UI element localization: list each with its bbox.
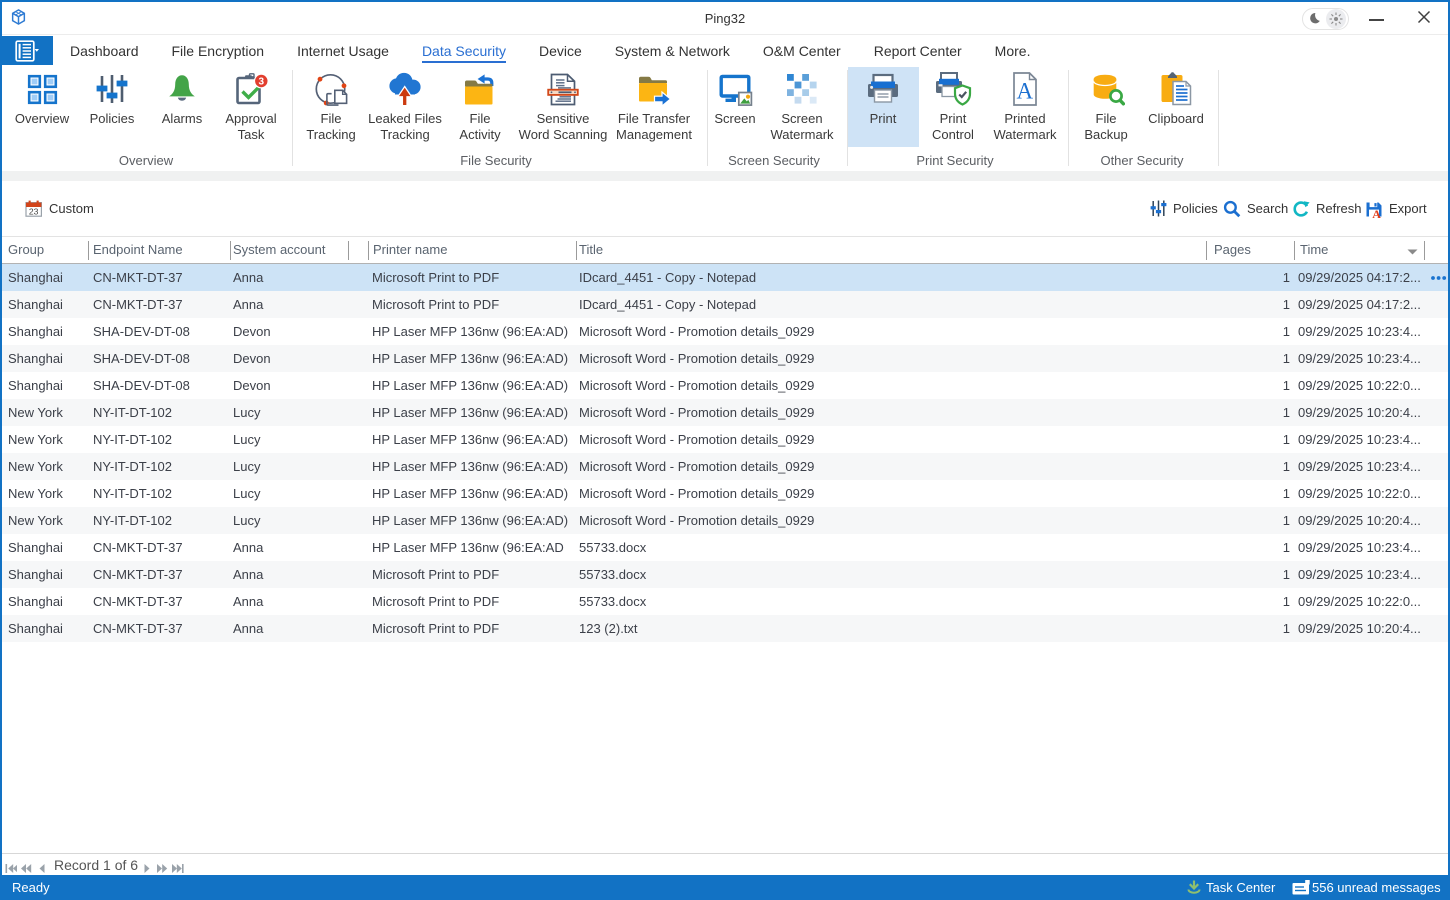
svg-text:A: A bbox=[1372, 206, 1381, 217]
svg-text:3: 3 bbox=[259, 76, 265, 87]
svg-text:A: A bbox=[1016, 78, 1033, 103]
svg-text:23: 23 bbox=[29, 206, 39, 216]
